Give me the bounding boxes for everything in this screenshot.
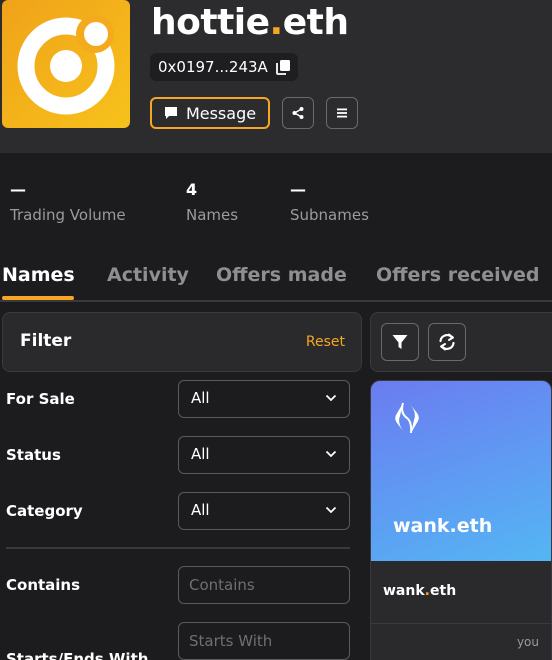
address-chip[interactable]: 0x0197...243A bbox=[150, 53, 298, 81]
stat-value: — bbox=[10, 180, 26, 199]
stat-value: 4 bbox=[186, 180, 198, 199]
stat-label: Subnames bbox=[290, 206, 369, 224]
refresh-icon bbox=[439, 333, 455, 351]
chevron-down-icon bbox=[325, 394, 337, 402]
name-card[interactable]: wank.eth wank.eth you bbox=[370, 380, 552, 660]
filter-header: Filter Reset bbox=[2, 312, 362, 372]
menu-icon bbox=[337, 108, 347, 118]
reset-link[interactable]: Reset bbox=[306, 334, 345, 350]
refresh-button[interactable] bbox=[428, 323, 466, 361]
active-tab-indicator bbox=[2, 296, 74, 300]
category-select[interactable]: All bbox=[178, 492, 350, 530]
tab-activity[interactable]: Activity bbox=[107, 262, 189, 288]
ens-logo-icon bbox=[395, 402, 419, 434]
avatar-logo-icon bbox=[17, 15, 115, 115]
starts-ends-label: Starts/Ends With bbox=[6, 650, 149, 660]
card-art-name: wank.eth bbox=[393, 515, 493, 537]
filter-title: Filter bbox=[20, 331, 72, 351]
status-value: All bbox=[191, 445, 210, 463]
stat-label: Names bbox=[186, 206, 239, 224]
share-button[interactable] bbox=[282, 97, 314, 129]
results-toolbar bbox=[370, 312, 552, 372]
menu-button[interactable] bbox=[326, 97, 358, 129]
category-value: All bbox=[191, 501, 210, 519]
card-owner: you bbox=[516, 635, 539, 649]
chevron-down-icon bbox=[325, 506, 337, 514]
profile-tabs: Names Activity Offers made Offers receiv… bbox=[0, 262, 552, 302]
stat-names: 4 Names bbox=[186, 180, 238, 224]
profile-avatar bbox=[2, 0, 130, 128]
copy-icon[interactable] bbox=[275, 59, 291, 75]
category-label: Category bbox=[6, 502, 83, 520]
message-button-label: Message bbox=[185, 103, 257, 123]
profile-header: hottie.eth 0x0197...243A Message bbox=[0, 0, 552, 153]
status-select[interactable]: All bbox=[178, 436, 350, 474]
contains-label: Contains bbox=[6, 576, 81, 594]
filter-icon bbox=[392, 335, 408, 349]
message-button[interactable]: Message bbox=[150, 97, 270, 129]
stat-value: — bbox=[290, 180, 306, 199]
for-sale-label: For Sale bbox=[6, 390, 75, 408]
tab-names[interactable]: Names bbox=[2, 262, 75, 288]
tab-offers-made[interactable]: Offers made bbox=[216, 262, 347, 288]
card-name: wank.eth bbox=[383, 583, 457, 599]
stat-subnames: — Subnames bbox=[290, 180, 369, 224]
status-label: Status bbox=[6, 446, 61, 464]
stat-label: Trading Volume bbox=[10, 206, 126, 224]
share-icon bbox=[292, 107, 304, 119]
filter-toggle-button[interactable] bbox=[381, 323, 419, 361]
contains-input[interactable] bbox=[178, 566, 350, 604]
address-text: 0x0197...243A bbox=[158, 58, 268, 76]
starts-with-input[interactable] bbox=[178, 622, 350, 660]
stat-trading-volume: — Trading Volume bbox=[10, 180, 126, 224]
profile-title: hottie.eth bbox=[151, 2, 349, 43]
for-sale-select[interactable]: All bbox=[178, 380, 350, 418]
for-sale-value: All bbox=[191, 389, 210, 407]
message-icon bbox=[164, 107, 177, 119]
name-card-art: wank.eth bbox=[371, 381, 551, 561]
card-separator bbox=[371, 623, 551, 624]
tab-offers-received[interactable]: Offers received bbox=[376, 262, 540, 288]
chevron-down-icon bbox=[325, 450, 337, 458]
filter-divider bbox=[6, 547, 350, 549]
